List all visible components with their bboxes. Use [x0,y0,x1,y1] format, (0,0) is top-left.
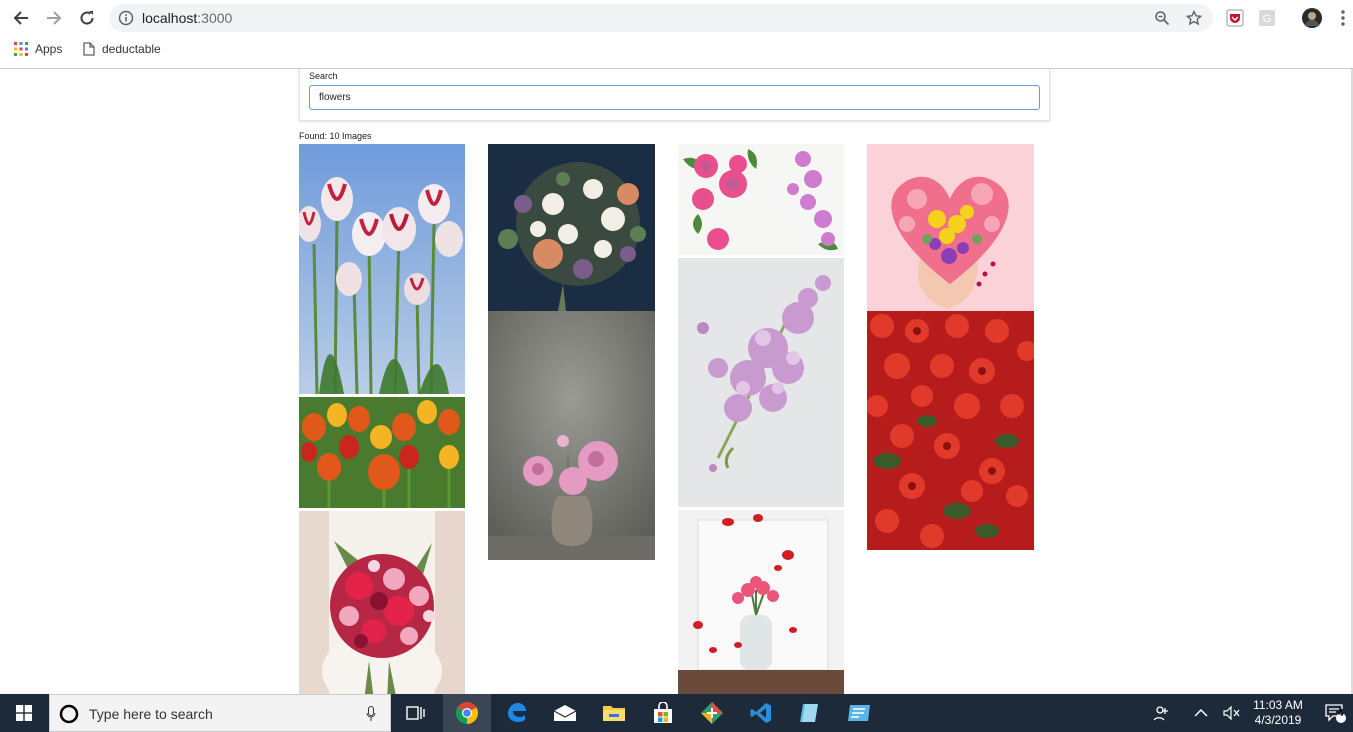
g-extension-icon: G [1259,10,1275,26]
bookmark-deductable[interactable]: deductable [83,42,161,56]
clock-time: 11:03 AM [1253,698,1303,712]
tray-people[interactable] [1148,694,1174,732]
taskbar-app2[interactable] [835,694,883,732]
app-icon [701,702,723,724]
taskbar-vscode[interactable] [737,694,785,732]
page-icon [83,42,95,56]
taskbar-search-placeholder: Type here to search [89,706,213,722]
svg-text:G: G [1263,13,1272,25]
tulips-photo [299,144,465,394]
bookmark-deductable-label: deductable [102,42,161,56]
image-pink-roses-flatlay[interactable] [678,144,844,255]
vscode-icon [750,703,771,723]
search-input[interactable] [309,85,1040,110]
image-red-begonias[interactable] [867,311,1034,550]
clock-date: 4/3/2019 [1254,713,1302,727]
image-lilac[interactable] [678,258,844,507]
taskbar-mail[interactable] [541,694,589,732]
back-button[interactable] [10,7,32,29]
taskbar-search-box[interactable]: Type here to search [49,694,391,732]
reload-button[interactable] [76,7,98,29]
image-peonies-vase[interactable] [488,311,655,560]
floral-heart-photo [867,144,1034,311]
windows-taskbar: Type here to search 11:03 AM 4/3/2019 4 [0,694,1353,732]
dark-bouquet-photo [488,144,655,311]
microphone-icon[interactable] [366,706,376,722]
image-dark-bouquet[interactable] [488,144,655,311]
tray-volume[interactable] [1219,694,1245,732]
browser-menu-button[interactable] [1336,9,1350,27]
image-tulips-sky[interactable] [299,144,465,394]
url-host: localhost [142,10,198,26]
system-clock[interactable]: 11:03 AM 4/3/2019 [1248,698,1308,728]
taskbar-file-explorer[interactable] [590,694,638,732]
chrome-icon [456,702,478,724]
start-button[interactable] [0,694,48,732]
forward-button[interactable] [43,7,65,29]
roses-vase-photo [678,510,844,694]
chevron-up-icon [1194,708,1208,717]
apps-grid-icon [14,42,28,56]
found-count: Found: 10 Images [299,131,372,141]
image-orange-tulips[interactable] [299,397,465,508]
task-view-icon [406,706,425,720]
peonies-vase-photo [488,311,655,560]
orange-tulips-photo [299,397,465,508]
image-floral-heart-hands[interactable] [867,144,1034,311]
volume-muted-icon [1223,706,1240,720]
red-begonias-photo [867,311,1034,550]
notification-count: 4 [1338,708,1344,719]
back-arrow-icon [13,11,28,25]
address-bar[interactable]: localhost:3000 [109,4,1213,32]
image-bridal-bouquet[interactable] [299,511,465,694]
image-roses-vase-petals[interactable] [678,510,844,694]
cortana-icon [59,704,79,724]
g-extension[interactable]: G [1258,9,1276,27]
browser-toolbar: localhost:3000 G [0,0,1353,36]
task-view-button[interactable] [392,694,440,732]
bookmark-star-icon[interactable] [1186,10,1202,26]
pink-roses-flatlay-photo [678,144,844,255]
avatar-icon [1302,8,1322,28]
edge-icon [508,703,526,722]
taskbar-notes[interactable] [786,694,834,732]
kebab-menu-icon [1341,10,1345,26]
bookmarks-bar: Apps deductable [0,38,1353,62]
search-label: Search [309,71,338,81]
taskbar-chrome[interactable] [443,694,491,732]
file-explorer-icon [603,706,625,721]
windows-logo-icon [16,705,32,721]
page-viewport: Search Found: 10 Images [0,69,1353,694]
notes-icon [800,703,818,723]
taskbar-store[interactable] [639,694,687,732]
taskbar-edge[interactable] [492,694,540,732]
lilac-photo [678,258,844,507]
profile-avatar[interactable] [1302,8,1322,28]
search-card: Search [299,69,1050,121]
bookmark-apps[interactable]: Apps [14,42,62,56]
tray-show-hidden[interactable] [1188,694,1214,732]
bookmark-apps-label: Apps [35,42,63,56]
mail-icon [553,705,577,721]
pocket-extension[interactable] [1226,9,1244,27]
store-icon [654,702,672,723]
info-icon[interactable] [118,10,134,26]
pocket-icon [1226,9,1244,27]
reload-icon [80,11,94,25]
forward-arrow-icon [47,11,62,25]
address-url: localhost:3000 [142,10,232,26]
app2-icon [848,705,870,721]
bridal-bouquet-photo [299,511,465,694]
taskbar-app[interactable] [688,694,736,732]
people-icon [1153,706,1168,721]
browser-chrome: localhost:3000 G Apps deductable [0,0,1353,69]
url-port: :3000 [197,10,233,26]
zoom-icon[interactable] [1154,10,1170,26]
action-center-button[interactable]: 4 [1320,694,1350,732]
